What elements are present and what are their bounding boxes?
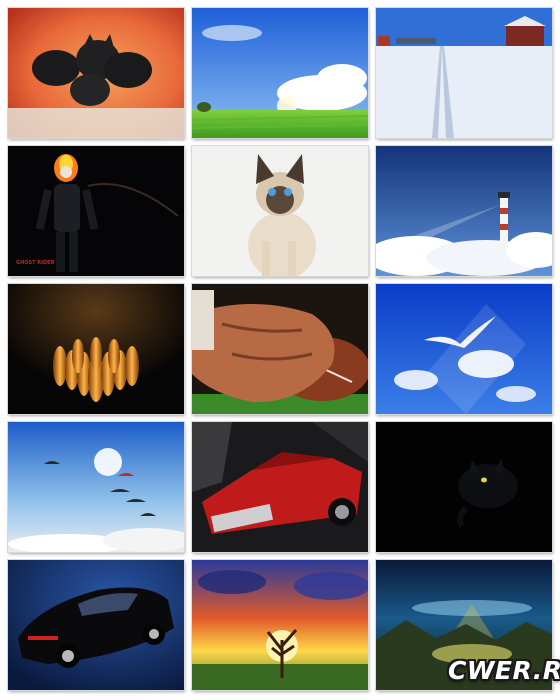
thumbnail-seagull[interactable]	[376, 284, 552, 414]
thumbnail-lighthouse[interactable]	[376, 146, 552, 276]
thumbnail-sports-car[interactable]	[8, 560, 184, 690]
thumbnail-ghost-rider[interactable]: GHOST RIDER	[8, 146, 184, 276]
thumbnail-parachutists[interactable]	[8, 422, 184, 552]
site-watermark: CWER.RU	[430, 652, 560, 696]
thumbnail-sunset-tree[interactable]	[192, 560, 368, 690]
thumbnail-black-cat[interactable]	[376, 422, 552, 552]
thumbnail-green-field[interactable]	[192, 8, 368, 138]
thumbnail-football-hands[interactable]	[192, 284, 368, 414]
wallpaper-grid: GHOST RIDER	[0, 0, 560, 700]
thumbnail-red-car[interactable]	[192, 422, 368, 552]
thumbnail-bowling-pins[interactable]	[8, 284, 184, 414]
thumbnail-snow-road[interactable]	[376, 8, 552, 138]
ghost-rider-caption: GHOST RIDER	[16, 260, 55, 266]
watermark-text: CWER.RU	[448, 656, 560, 685]
thumbnail-kittens[interactable]	[8, 8, 184, 138]
thumbnail-siamese-kitten[interactable]	[192, 146, 368, 276]
